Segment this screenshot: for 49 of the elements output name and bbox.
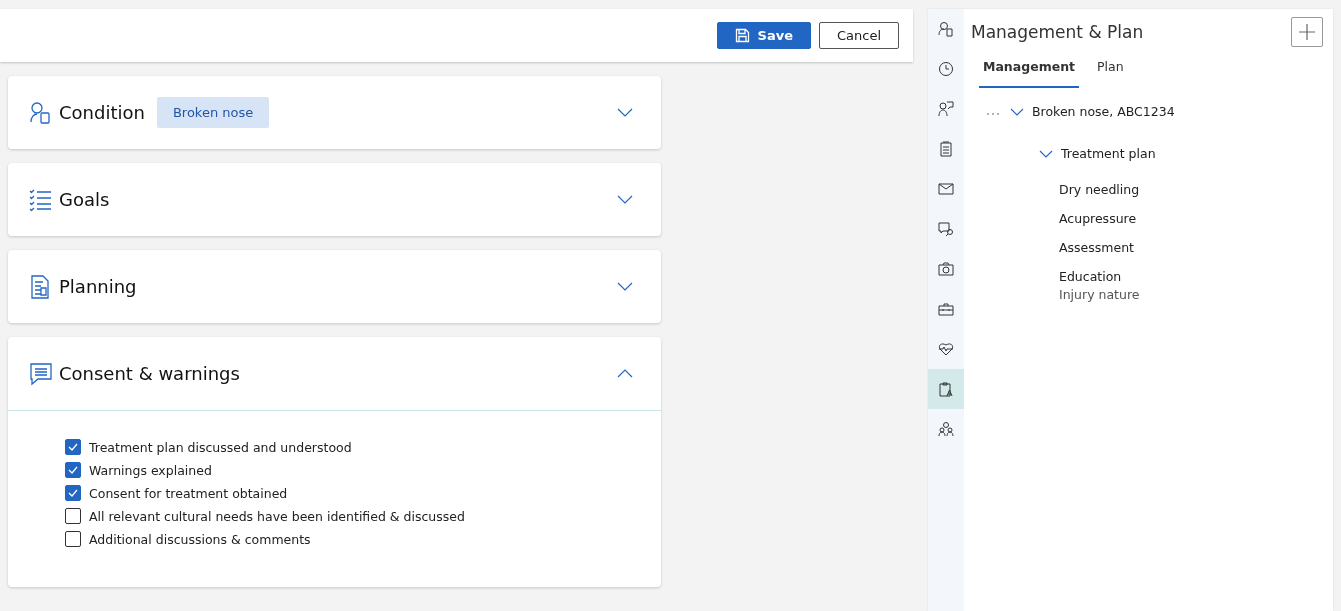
checkbox-label: Additional discussions & comments [89,531,311,547]
camera-icon [938,261,954,277]
checklist-icon [29,187,53,212]
collapse-chevron-icon[interactable] [1039,150,1053,158]
checkbox[interactable] [65,462,81,478]
tree-item-subtitle: Injury nature [1059,287,1140,302]
checkbox[interactable] [65,508,81,524]
save-button[interactable]: Save [716,22,811,49]
section-title: Condition [59,102,145,123]
checkbox[interactable] [65,531,81,547]
expand-chevron-icon[interactable] [617,282,633,291]
collapse-chevron-icon[interactable] [617,369,633,378]
condition-tag: Broken nose [156,97,270,128]
tree-item[interactable]: Assessment [1059,240,1134,255]
tree-item[interactable]: Education [1059,269,1140,284]
person-document-icon [938,21,954,37]
heart-pulse-icon [938,341,954,357]
tree-item[interactable]: Dry needling [1059,182,1140,197]
briefcase-icon [938,301,954,317]
checkbox[interactable] [65,485,81,501]
group-icon [938,421,954,437]
person-document-icon [29,100,53,125]
plus-icon [1298,23,1316,41]
tree-item[interactable]: Broken nose, ABC1234 [1032,104,1175,119]
section-title: Goals [59,189,110,210]
expand-chevron-icon[interactable] [617,195,633,204]
tree-item[interactable]: Treatment plan [1061,146,1156,161]
clock-icon [938,61,954,77]
checkbox-label: All relevant cultural needs have been identified & discussed [89,508,465,524]
chat-bubble-icon [29,361,53,386]
checkbox-label: Consent for treatment obtained [89,485,288,501]
section-title: Consent & warnings [59,363,240,384]
tree-item[interactable]: Acupressure [1059,211,1137,226]
checkbox[interactable] [65,439,81,455]
chat-search-icon [938,221,954,237]
tab[interactable]: Management [979,55,1079,88]
envelope-icon [938,181,954,197]
collapse-chevron-icon[interactable] [1010,108,1024,116]
checkbox-label: Warnings explained [89,462,212,478]
tab[interactable]: Plan [1093,55,1128,88]
expand-chevron-icon[interactable] [617,108,633,117]
person-chat-icon [938,101,954,117]
clipboard-letter-icon [938,381,954,397]
add-button[interactable] [1291,17,1323,47]
section-title: Planning [59,276,137,297]
clipboard-icon [938,141,954,157]
panel-title: Management & Plan [971,22,1144,42]
checkbox-label: Treatment plan discussed and understood [89,439,352,455]
cancel-button[interactable]: Cancel [818,22,899,49]
